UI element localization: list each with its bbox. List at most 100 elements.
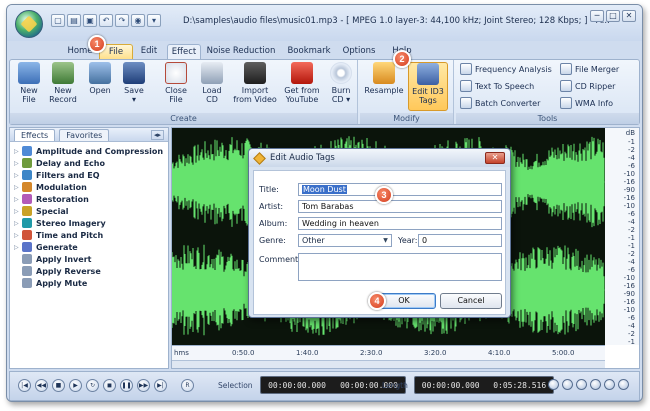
zoom-vertical-in-icon[interactable] (604, 379, 615, 390)
cancel-button[interactable]: Cancel (440, 293, 502, 309)
sidebar-item[interactable]: ▷ Generate (10, 241, 168, 253)
sidebar-item[interactable]: ▷ Amplitude and Compression (10, 145, 168, 157)
zoom-in-icon[interactable] (548, 379, 559, 390)
effect-icon (22, 278, 32, 288)
db-tick-label: -1 (628, 234, 635, 242)
new-record-button[interactable]: New Record (44, 62, 82, 104)
sidebar-scroll-arrows[interactable]: ◂▸ (150, 129, 164, 140)
batch-converter-button[interactable]: Batch Converter (460, 97, 540, 109)
album-label: Album: (259, 219, 288, 228)
artist-field[interactable]: Tom Barabas (298, 200, 502, 213)
minimize-button[interactable]: ─ (590, 10, 604, 22)
window-controls: ─ □ ✕ (590, 10, 636, 22)
maximize-button[interactable]: □ (606, 10, 620, 22)
effects-tree: ▷ Amplitude and Compression ▷ Delay and Ech… (10, 142, 168, 289)
close-button[interactable]: ✕ (622, 10, 636, 22)
sidebar-item-label: Stereo Imagery (36, 218, 106, 228)
sidebar-item[interactable]: Apply Invert (10, 253, 168, 265)
text-to-speech-button[interactable]: Text To Speech (460, 80, 534, 92)
sidebar-item[interactable]: Apply Reverse (10, 265, 168, 277)
expand-arrow-icon[interactable]: ▷ (14, 232, 22, 239)
expand-arrow-icon[interactable]: ▷ (14, 220, 22, 227)
file-merger-button[interactable]: File Merger (560, 63, 619, 75)
dialog-title: Edit Audio Tags (270, 153, 335, 163)
db-tick-label: -16 (623, 282, 635, 290)
tab-options[interactable]: Options (339, 44, 379, 59)
sidebar-item[interactable]: Apply Mute (10, 277, 168, 289)
title-field[interactable]: Moon Dust (298, 183, 502, 196)
tab-favorites[interactable]: Favorites (59, 128, 110, 141)
wma-info-button[interactable]: WMA Info (560, 97, 613, 109)
qat-save-icon[interactable]: ▣ (83, 14, 97, 27)
sidebar-item[interactable]: ▷ Special (10, 205, 168, 217)
cd-ripper-button[interactable]: CD Ripper (560, 80, 615, 92)
edit-id3-tags-button[interactable]: Edit ID3 Tags (408, 62, 448, 111)
save-button[interactable]: Save ▾ (118, 62, 150, 104)
go-to-start-icon[interactable]: |◀ (18, 379, 31, 392)
fast-forward-icon[interactable]: ▶▶ (137, 379, 150, 392)
expand-arrow-icon[interactable]: ▷ (14, 184, 22, 191)
expand-arrow-icon[interactable]: ▷ (14, 244, 22, 251)
sidebar-item[interactable]: ▷ Stereo Imagery (10, 217, 168, 229)
qat-redo-icon[interactable]: ↷ (115, 14, 129, 27)
stop-icon[interactable]: ◼ (103, 379, 116, 392)
expand-arrow-icon[interactable]: ▷ (14, 208, 22, 215)
dialog-close-button[interactable]: ✕ (485, 152, 505, 164)
album-field[interactable]: Wedding in heaven (298, 217, 502, 230)
expand-arrow-icon[interactable]: ▷ (14, 160, 22, 167)
zoom-vertical-out-icon[interactable] (618, 379, 629, 390)
qat-new-icon[interactable]: ▢ (51, 14, 65, 27)
db-tick-label: -2 (628, 330, 635, 338)
qat-options-icon[interactable]: ◉ (131, 14, 145, 27)
sidebar-item[interactable]: ▷ Restoration (10, 193, 168, 205)
open-button[interactable]: Open (84, 62, 116, 95)
qat-open-icon[interactable]: ▤ (67, 14, 81, 27)
callout-marker-4: 4 (368, 292, 386, 310)
loop-icon[interactable]: ↻ (86, 379, 99, 392)
tab-noise-reduction[interactable]: Noise Reduction (205, 44, 277, 59)
effect-icon (22, 242, 32, 252)
genre-select[interactable]: Other ▼ (298, 234, 392, 247)
import-from-video-button[interactable]: Import from Video (230, 62, 280, 104)
comment-field[interactable] (298, 253, 502, 281)
tab-effects[interactable]: Effects (14, 128, 56, 141)
stop-icon[interactable]: ■ (52, 379, 65, 392)
db-tick-label: -10 (623, 170, 635, 178)
selection-label: Selection (218, 381, 253, 390)
sidebar-item[interactable]: ▷ Time and Pitch (10, 229, 168, 241)
close-file-button[interactable]: Close File (160, 62, 192, 104)
qat-undo-icon[interactable]: ↶ (99, 14, 113, 27)
tab-edit[interactable]: Edit (135, 44, 163, 59)
app-menu-orb-icon[interactable] (15, 10, 43, 38)
expand-arrow-icon[interactable]: ▷ (14, 196, 22, 203)
title-bar: ▢ ▤ ▣ ↶ ↷ ◉ ▾ D:\samples\audio files\mus… (7, 5, 642, 41)
sidebar-item[interactable]: ▷ Filters and EQ (10, 169, 168, 181)
db-tick-label: -1 (628, 138, 635, 146)
timeline-label: 0:50.0 (232, 349, 255, 357)
qat-dropdown-icon[interactable]: ▾ (147, 14, 161, 27)
zoom-selection-icon[interactable] (576, 379, 587, 390)
callout-marker-3: 3 (375, 186, 393, 204)
sidebar-item[interactable]: ▷ Modulation (10, 181, 168, 193)
go-to-end-icon[interactable]: ▶| (154, 379, 167, 392)
play-icon[interactable]: ▶ (69, 379, 82, 392)
expand-arrow-icon[interactable]: ▷ (14, 148, 22, 155)
tab-bookmark[interactable]: Bookmark (285, 44, 333, 59)
burn-cd-button[interactable]: Burn CD ▾ (326, 62, 356, 104)
rewind-icon[interactable]: ◀◀ (35, 379, 48, 392)
year-field[interactable]: 0 (418, 234, 502, 247)
expand-arrow-icon[interactable]: ▷ (14, 172, 22, 179)
new-file-button[interactable]: New File (14, 62, 44, 104)
horizontal-scrollbar[interactable] (172, 360, 605, 368)
record-icon[interactable]: R (181, 379, 194, 392)
load-cd-button[interactable]: Load CD (196, 62, 228, 104)
zoom-full-icon[interactable] (590, 379, 601, 390)
effect-icon (22, 158, 32, 168)
zoom-out-icon[interactable] (562, 379, 573, 390)
pause-icon[interactable]: ❚❚ (120, 379, 133, 392)
get-from-youtube-button[interactable]: Get from YouTube (280, 62, 324, 104)
frequency-analysis-button[interactable]: Frequency Analysis (460, 63, 552, 75)
sidebar-item[interactable]: ▷ Delay and Echo (10, 157, 168, 169)
transport-bar: |◀ ◀◀ ■ ▶ ↻ ◼ ❚❚ ▶▶ ▶| R Selection 00:00:00.000 0… (9, 371, 640, 401)
tab-effect[interactable]: Effect (167, 44, 201, 59)
